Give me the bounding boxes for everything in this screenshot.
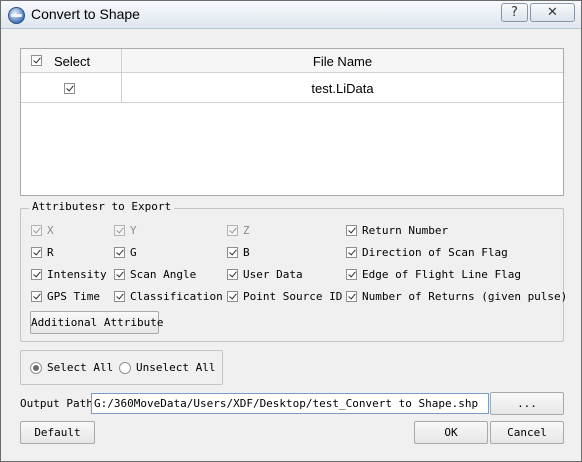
attr-point-source-id-checkbox[interactable]: [227, 291, 238, 302]
attr-g-label: G: [130, 246, 137, 259]
table-header: Select File Name: [21, 49, 563, 73]
select-all-radio[interactable]: [30, 362, 42, 374]
attr-scan-angle-checkbox[interactable]: [114, 269, 125, 280]
attr-intensity-checkbox[interactable]: [31, 269, 42, 280]
attr-b-label: B: [243, 246, 250, 259]
unselect-all-radio[interactable]: [119, 362, 131, 374]
row-select-checkbox[interactable]: [64, 83, 75, 94]
attr-r-checkbox[interactable]: [31, 247, 42, 258]
attr-direction-of-scan-flag-checkbox[interactable]: [346, 247, 357, 258]
file-table: Select File Name test.LiData: [20, 48, 564, 196]
attr-z-checkbox[interactable]: [227, 225, 238, 236]
header-select-label: Select: [54, 54, 91, 69]
attr-return-number-label: Return Number: [362, 224, 449, 237]
attr-z-label: Z: [243, 224, 250, 237]
attr-y-label: Y: [130, 224, 137, 237]
attr-r-label: R: [47, 246, 54, 259]
attributes-group-title: Attributesr to Export: [29, 200, 175, 213]
output-path-label: Output Path:: [20, 397, 100, 410]
header-file-name[interactable]: File Name: [122, 54, 563, 69]
attr-x-checkbox[interactable]: [31, 225, 42, 236]
attr-direction-of-scan-flag-label: Direction of Scan Flag: [362, 246, 508, 259]
table-row[interactable]: test.LiData: [21, 74, 563, 103]
unselect-all-label: Unselect All: [136, 361, 216, 374]
attr-gps-time-label: GPS Time: [47, 290, 100, 303]
attr-number-of-returns-label: Number of Returns (given pulse): [362, 290, 568, 303]
attr-point-source-id-label: Point Source ID: [243, 290, 343, 303]
attr-y-checkbox[interactable]: [114, 225, 125, 236]
header-select-cell[interactable]: Select: [21, 49, 121, 73]
attr-b-checkbox[interactable]: [227, 247, 238, 258]
ok-button[interactable]: OK: [414, 421, 488, 444]
attr-intensity-label: Intensity: [47, 268, 107, 281]
help-button[interactable]: ?: [501, 3, 528, 22]
attr-x-label: X: [47, 224, 54, 237]
select-all-header-checkbox[interactable]: [31, 55, 42, 66]
attr-return-number-checkbox[interactable]: [346, 225, 357, 236]
attr-classification-label: Classification: [130, 290, 223, 303]
browse-button[interactable]: ...: [490, 392, 564, 415]
row-file-name: test.LiData: [311, 81, 374, 96]
additional-attribute-button[interactable]: Additional Attribute: [30, 311, 163, 334]
default-button[interactable]: Default: [20, 421, 95, 444]
attr-edge-of-flight-line-flag-checkbox[interactable]: [346, 269, 357, 280]
attr-user-data-label: User Data: [243, 268, 303, 281]
title-bar: Convert to Shape ? ✕: [1, 1, 581, 29]
attr-classification-checkbox[interactable]: [114, 291, 125, 302]
output-path-field[interactable]: G:/360MoveData/Users/XDF/Desktop/test_Co…: [91, 393, 489, 414]
cancel-button[interactable]: Cancel: [490, 421, 564, 444]
attr-user-data-checkbox[interactable]: [227, 269, 238, 280]
attr-g-checkbox[interactable]: [114, 247, 125, 258]
attr-edge-of-flight-line-flag-label: Edge of Flight Line Flag: [362, 268, 521, 281]
select-all-label: Select All: [47, 361, 114, 374]
window-title: Convert to Shape: [31, 6, 140, 22]
attr-gps-time-checkbox[interactable]: [31, 291, 42, 302]
app-icon: [8, 7, 25, 24]
convert-to-shape-dialog: Convert to Shape ? ✕ Select File Name te…: [0, 0, 582, 462]
attr-number-of-returns-checkbox[interactable]: [346, 291, 357, 302]
close-button[interactable]: ✕: [530, 3, 575, 22]
attr-scan-angle-label: Scan Angle: [130, 268, 197, 281]
